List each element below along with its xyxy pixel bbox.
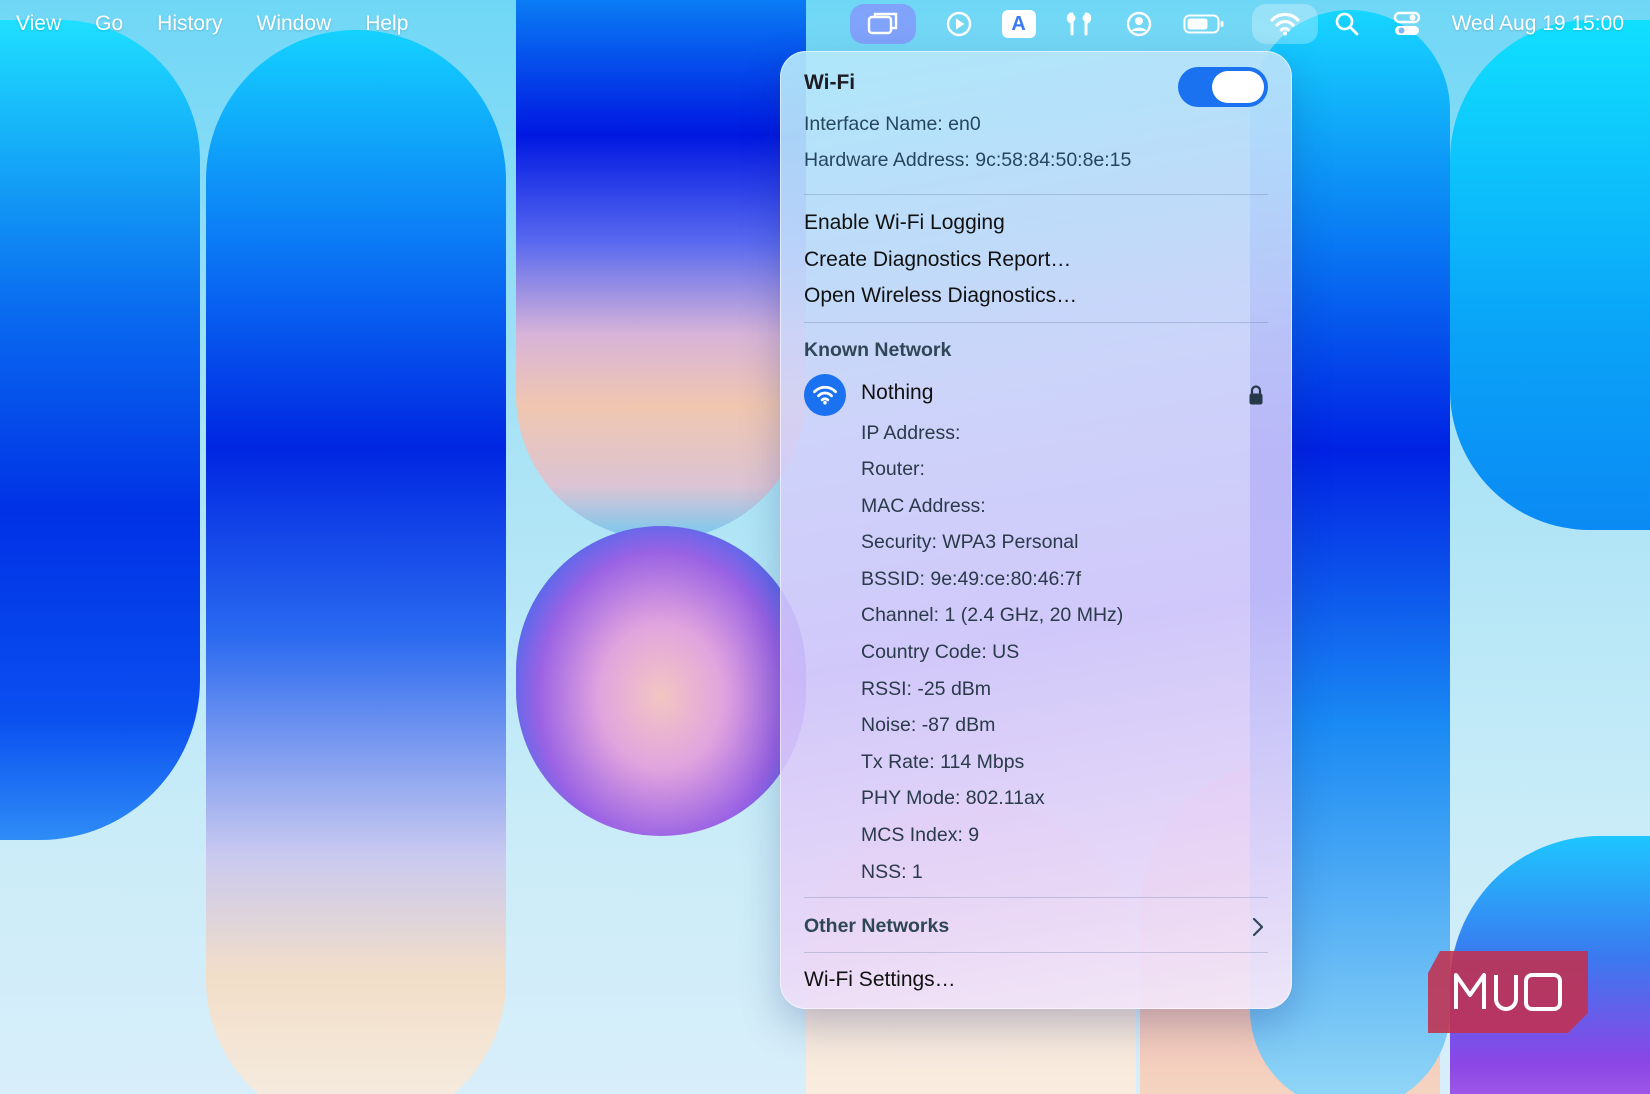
airpods-icon[interactable] — [1062, 7, 1096, 41]
hardware-address: Hardware Address: 9c:58:84:50:8e:15 — [804, 149, 1132, 171]
network-detail: RSSI: -25 dBm — [861, 678, 992, 700]
wallpaper-shape — [516, 526, 806, 836]
menu-bar: View Go History Window Help A Wed Aug 19… — [0, 0, 1650, 48]
control-center-icon[interactable] — [1390, 7, 1424, 41]
wifi-network-icon — [804, 374, 846, 416]
divider — [804, 952, 1268, 953]
known-network-name[interactable]: Nothing — [861, 381, 1268, 405]
wallpaper-shape — [0, 20, 200, 840]
input-menu-icon[interactable]: A — [1001, 7, 1036, 41]
wifi-menu-panel: Wi-Fi Interface Name: en0 Hardware Addre… — [780, 51, 1292, 1009]
status-items: A Wed Aug 19 15:00 — [849, 0, 1624, 48]
network-detail: Tx Rate: 114 Mbps — [861, 751, 1025, 773]
open-wireless-diagnostics-item[interactable]: Open Wireless Diagnostics… — [804, 284, 1268, 308]
user-account-icon[interactable] — [1122, 7, 1156, 41]
stage-manager-icon[interactable] — [849, 4, 916, 44]
menu-view[interactable]: View — [16, 12, 61, 36]
lock-icon — [1248, 384, 1264, 411]
network-detail: Noise: -87 dBm — [861, 714, 996, 736]
battery-icon[interactable] — [1182, 7, 1226, 41]
wallpaper-shape — [1450, 20, 1650, 530]
enable-wifi-logging-item[interactable]: Enable Wi-Fi Logging — [804, 211, 1268, 235]
network-detail: Security: WPA3 Personal — [861, 531, 1079, 553]
menu-help[interactable]: Help — [365, 12, 408, 36]
input-source-letter: A — [1001, 10, 1036, 38]
network-detail: MAC Address: — [861, 495, 986, 517]
network-detail: MCS Index: 9 — [861, 824, 980, 846]
spotlight-search-icon[interactable] — [1330, 7, 1364, 41]
network-detail: IP Address: — [861, 422, 961, 444]
menu-history[interactable]: History — [157, 12, 222, 36]
divider — [804, 194, 1268, 195]
wifi-status-icon[interactable] — [1251, 4, 1318, 44]
network-detail: Country Code: US — [861, 641, 1020, 663]
wallpaper-shape — [206, 30, 506, 1094]
menu-go[interactable]: Go — [95, 12, 123, 36]
play-icon[interactable] — [942, 7, 976, 41]
known-network-header: Known Network — [804, 339, 952, 361]
muo-watermark-logo — [1428, 951, 1588, 1033]
wifi-toggle[interactable] — [1178, 67, 1268, 107]
other-networks-item[interactable]: Other Networks — [804, 915, 1268, 938]
network-detail: Channel: 1 (2.4 GHz, 20 MHz) — [861, 604, 1124, 626]
wallpaper-shape — [516, 0, 806, 540]
divider — [804, 322, 1268, 323]
menu-window[interactable]: Window — [257, 12, 332, 36]
chevron-right-icon[interactable] — [1252, 917, 1264, 942]
network-detail: NSS: 1 — [861, 861, 923, 883]
interface-name: Interface Name: en0 — [804, 113, 981, 135]
create-diagnostics-report-item[interactable]: Create Diagnostics Report… — [804, 248, 1268, 272]
divider — [804, 897, 1268, 898]
menu-bar-clock[interactable]: Wed Aug 19 15:00 — [1452, 12, 1624, 36]
network-detail: PHY Mode: 802.11ax — [861, 787, 1045, 809]
wifi-settings-item[interactable]: Wi-Fi Settings… — [804, 968, 1268, 992]
network-detail: Router: — [861, 458, 925, 480]
toggle-knob — [1212, 71, 1264, 103]
app-menus: View Go History Window Help — [16, 12, 442, 36]
network-detail: BSSID: 9e:49:ce:80:46:7f — [861, 568, 1082, 590]
